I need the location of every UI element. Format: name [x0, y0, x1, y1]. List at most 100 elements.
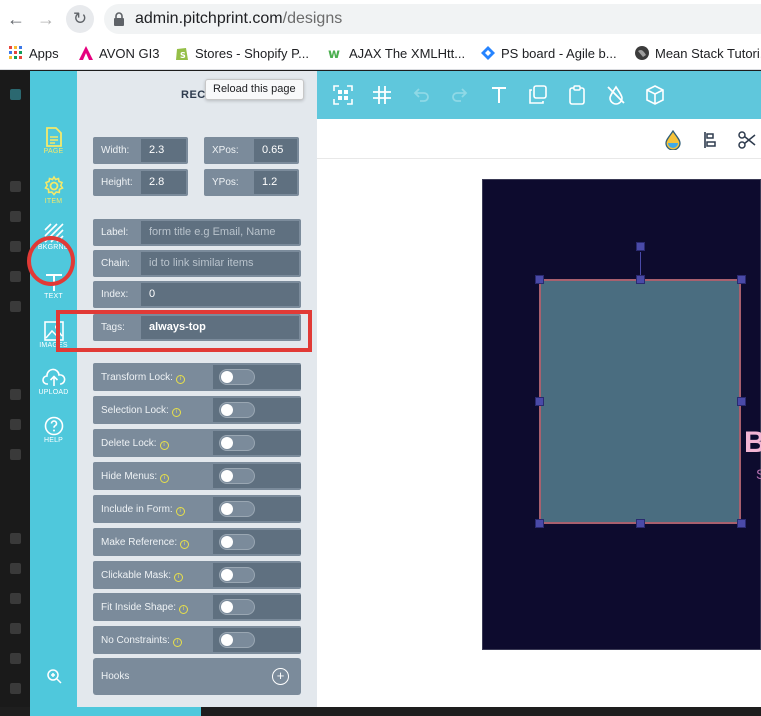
info-icon[interactable]: i: [175, 375, 185, 384]
info-icon[interactable]: i: [174, 573, 184, 582]
bookmark-avon[interactable]: AVON GI3: [78, 45, 159, 63]
editor-toolbar: [317, 71, 761, 119]
ypos-input[interactable]: 1.2: [254, 171, 297, 194]
chain-field: Chain: id to link similar items: [93, 250, 301, 277]
hide-menus-toggle[interactable]: [219, 468, 255, 484]
xpos-field: XPos: 0.65: [204, 137, 299, 164]
lock-label: Include in Form: i: [101, 504, 185, 516]
scissors-icon[interactable]: [738, 131, 756, 149]
reload-tooltip: Reload this page: [205, 79, 304, 100]
help-icon: [44, 416, 63, 436]
lock-label: Hide Menus: i: [101, 471, 170, 483]
chain-input[interactable]: id to link similar items: [141, 252, 299, 275]
fit-inside-shape-row: Fit Inside Shape: i: [93, 593, 301, 621]
resize-handle[interactable]: [737, 519, 746, 528]
globe-icon: [635, 46, 649, 60]
address-bar[interactable]: admin.pitchprint.com/designs: [104, 4, 761, 34]
lock-label: Delete Lock: i: [101, 438, 169, 450]
tool-label: PAGE: [43, 148, 64, 155]
back-icon[interactable]: ←: [6, 9, 26, 29]
redo-icon[interactable]: [450, 85, 470, 105]
highlight-box-annotation: [56, 310, 312, 352]
lock-label: No Constraints: i: [101, 635, 182, 647]
bookmark-psboard[interactable]: PS board - Agile b...: [480, 45, 617, 63]
resize-handle[interactable]: [535, 397, 544, 406]
selected-rect[interactable]: [539, 279, 741, 524]
xpos-input[interactable]: 0.65: [254, 139, 297, 162]
xpos-label: XPos:: [212, 145, 239, 156]
include-in-form-toggle[interactable]: [219, 501, 255, 517]
zoom-button[interactable]: [30, 668, 77, 684]
forward-icon[interactable]: →: [36, 9, 56, 29]
tool-item[interactable]: ITEM: [30, 175, 77, 205]
align-icon[interactable]: [702, 131, 716, 149]
duplicate-icon[interactable]: [528, 85, 548, 105]
width-label: Width:: [101, 145, 130, 156]
selection-lock-toggle[interactable]: [219, 402, 255, 418]
info-icon[interactable]: i: [175, 507, 185, 516]
tool-label: HELP: [43, 437, 64, 444]
logo-icon: [10, 89, 21, 100]
tool-label: ITEM: [44, 198, 63, 205]
zoom-in-icon: [46, 669, 62, 684]
index-input[interactable]: 0: [141, 283, 299, 306]
info-icon[interactable]: i: [180, 540, 190, 549]
height-field: Height: 2.8: [93, 169, 188, 196]
index-field: Index: 0: [93, 281, 301, 308]
resize-handle[interactable]: [737, 397, 746, 406]
resize-handle[interactable]: [636, 275, 645, 284]
rotate-handle[interactable]: [636, 242, 645, 251]
reload-icon[interactable]: ↻: [66, 5, 94, 33]
add-hook-icon[interactable]: +: [272, 668, 289, 685]
width-input[interactable]: 2.3: [141, 139, 186, 162]
bookmark-shopify[interactable]: S Stores - Shopify P...: [174, 45, 309, 63]
resize-handle[interactable]: [535, 275, 544, 284]
resize-handle[interactable]: [535, 519, 544, 528]
make-reference-row: Make Reference: i: [93, 528, 301, 556]
canvas-text-small[interactable]: S: [756, 466, 761, 482]
3d-box-icon[interactable]: [645, 85, 665, 105]
no-fill-icon[interactable]: [606, 85, 626, 105]
design-canvas[interactable]: B S: [482, 179, 761, 650]
grid-hash-icon[interactable]: [372, 85, 392, 105]
fit-inside-shape-toggle[interactable]: [219, 599, 255, 615]
item-properties-panel: RECT Width: 2.3 XPos: 0.65 Height: 2.8 Y…: [77, 71, 317, 707]
browser-toolbar: ← → ↻ admin.pitchprint.com/designs: [0, 0, 761, 38]
label-input[interactable]: form title e.g Email, Name: [141, 221, 299, 244]
tool-help[interactable]: HELP: [30, 416, 77, 444]
info-icon[interactable]: i: [160, 474, 170, 483]
resize-handle[interactable]: [737, 275, 746, 284]
resize-handle[interactable]: [636, 519, 645, 528]
bottom-strip: [0, 707, 761, 716]
bookmark-ajax[interactable]: w AJAX The XMLHtt...: [328, 45, 465, 63]
undo-icon[interactable]: [411, 85, 431, 105]
lock-icon: [114, 12, 124, 26]
info-icon[interactable]: i: [179, 605, 189, 614]
delete-lock-toggle[interactable]: [219, 435, 255, 451]
bookmark-label: Stores - Shopify P...: [195, 46, 309, 61]
bookmark-label: AVON GI3: [99, 46, 160, 61]
transform-lock-toggle[interactable]: [219, 369, 255, 385]
color-drop-icon[interactable]: [664, 130, 682, 150]
text-icon[interactable]: [489, 85, 509, 105]
clickable-mask-toggle[interactable]: [219, 567, 255, 583]
clipboard-icon[interactable]: [567, 85, 587, 105]
transform-lock-row: Transform Lock: i: [93, 363, 301, 391]
info-icon[interactable]: i: [171, 408, 181, 417]
bookmark-meanstack[interactable]: Mean Stack Tutori...: [634, 45, 761, 63]
apps-grid-icon: [9, 46, 22, 59]
qr-code-icon[interactable]: [333, 85, 353, 105]
info-icon[interactable]: i: [172, 638, 182, 647]
canvas-text-large[interactable]: B: [744, 426, 761, 460]
bookmark-apps[interactable]: Apps: [8, 45, 59, 63]
selection-lock-row: Selection Lock: i: [93, 396, 301, 424]
label-label: Label:: [101, 227, 129, 238]
url-path: /designs: [282, 10, 343, 27]
tool-upload[interactable]: UPLOAD: [30, 368, 77, 396]
no-constraints-toggle[interactable]: [219, 632, 255, 648]
make-reference-toggle[interactable]: [219, 534, 255, 550]
info-icon[interactable]: i: [159, 441, 169, 450]
w3schools-icon: w: [328, 47, 340, 61]
height-input[interactable]: 2.8: [141, 171, 186, 194]
tool-page[interactable]: PAGE: [30, 127, 77, 155]
